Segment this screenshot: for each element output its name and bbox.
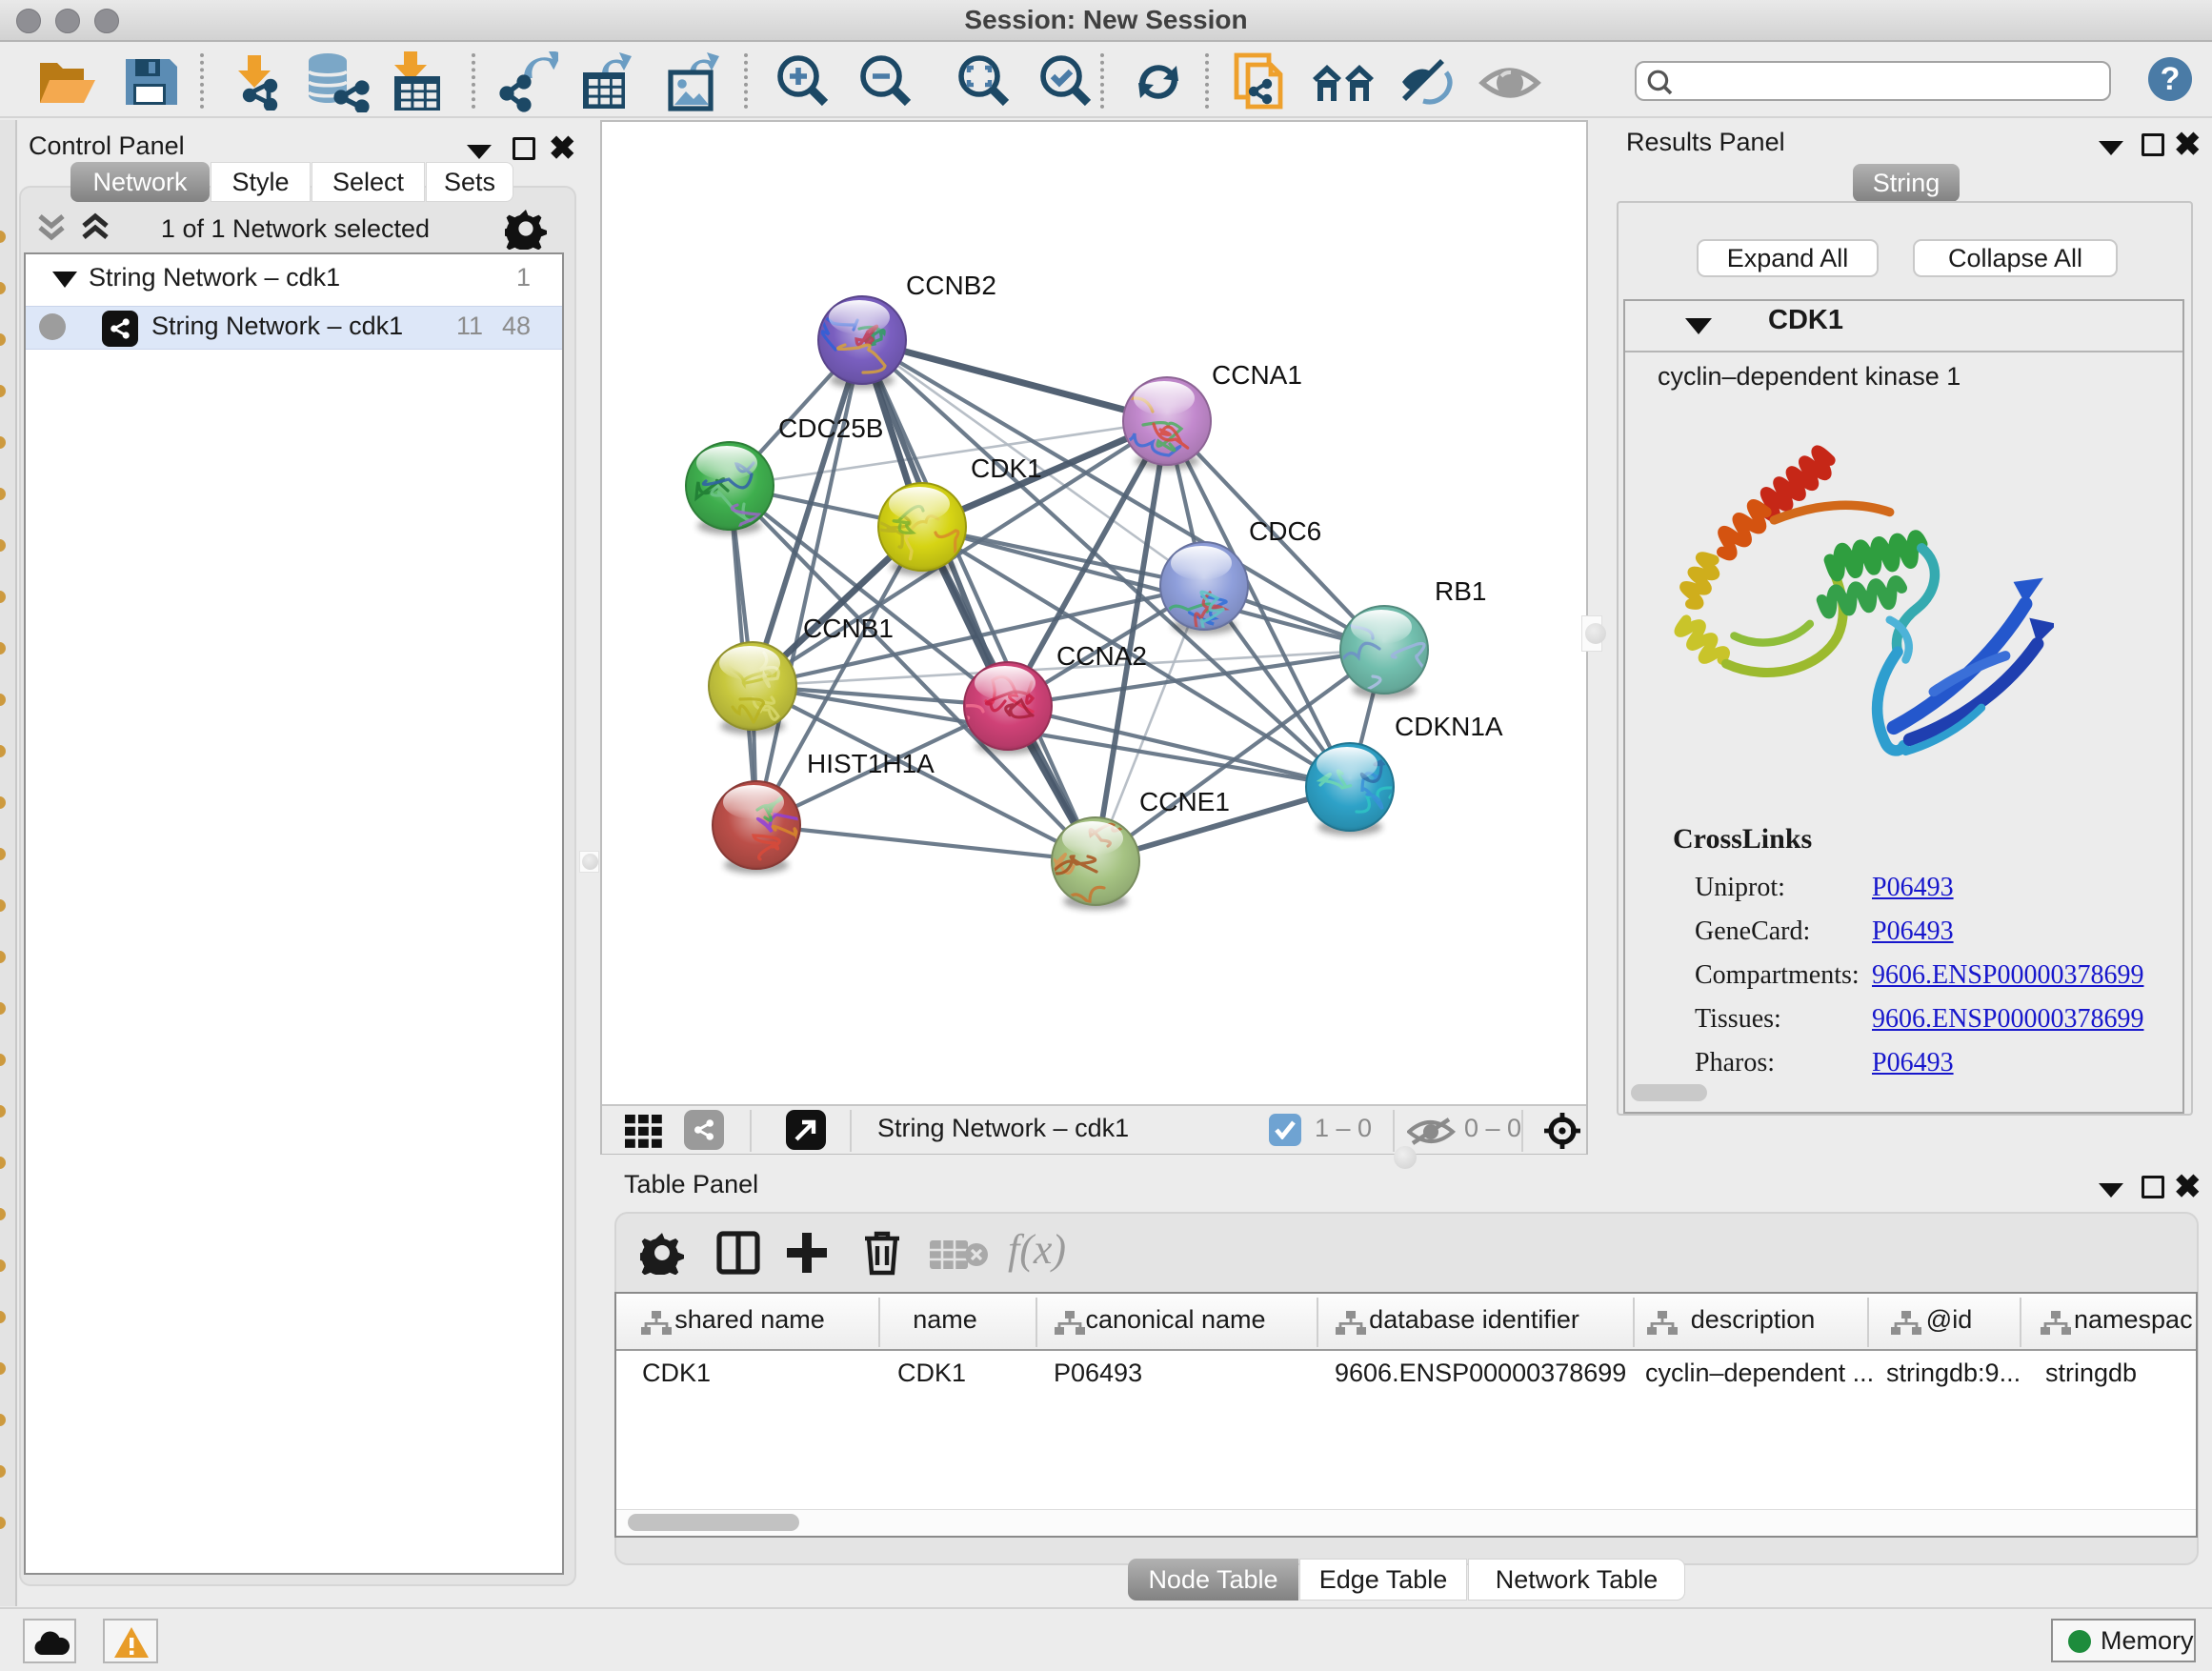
svg-text:CCNA1: CCNA1: [1212, 360, 1302, 390]
svg-text:CDKN1A: CDKN1A: [1395, 712, 1503, 741]
svg-text:HIST1H1A: HIST1H1A: [807, 749, 935, 778]
svg-text:CCNB2: CCNB2: [906, 271, 996, 300]
svg-text:CDC25B: CDC25B: [778, 413, 883, 443]
svg-text:CCNA2: CCNA2: [1056, 641, 1147, 671]
svg-text:CCNB1: CCNB1: [803, 614, 894, 643]
svg-text:CDC6: CDC6: [1249, 516, 1321, 546]
svg-text:RB1: RB1: [1435, 576, 1486, 606]
svg-text:CCNE1: CCNE1: [1139, 787, 1230, 816]
svg-text:CDK1: CDK1: [971, 453, 1042, 483]
